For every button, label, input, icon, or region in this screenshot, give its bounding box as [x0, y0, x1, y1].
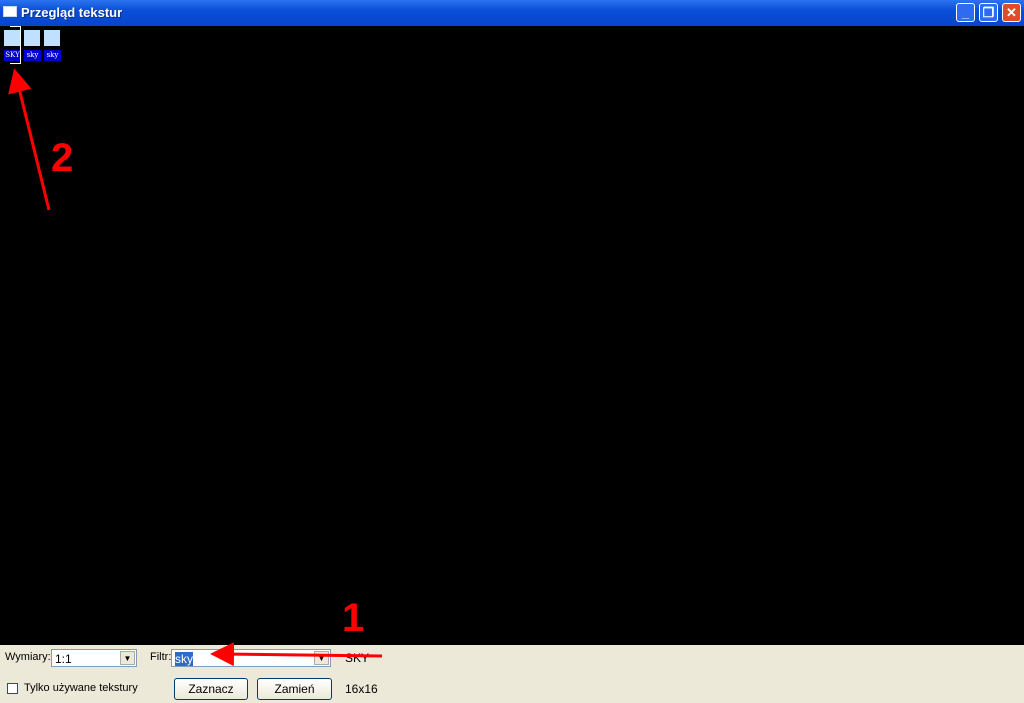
texture-preview — [24, 30, 40, 46]
chevron-down-icon[interactable]: ▼ — [120, 651, 135, 665]
filter-value: sky — [175, 652, 193, 666]
texture-browser-area[interactable]: SKY sky sky — [0, 26, 1024, 645]
chevron-down-icon[interactable]: ▼ — [314, 651, 329, 665]
annotation-number-1: 1 — [342, 596, 365, 640]
texture-thumbnail[interactable]: sky — [44, 30, 61, 61]
size-select[interactable]: 1:1 ▼ — [51, 649, 137, 667]
texture-thumbnail[interactable]: sky — [24, 30, 41, 61]
annotation-number-2: 2 — [51, 136, 74, 180]
size-label: Wymiary: — [5, 651, 51, 663]
texture-label: sky — [44, 50, 61, 61]
restore-button[interactable]: ❐ — [979, 3, 998, 22]
texture-preview — [44, 30, 60, 46]
bottom-panel: Wymiary: 1:1 ▼ Filtr: sky ▼ SKY Tylko uż… — [0, 645, 1024, 703]
minimize-button[interactable]: _ — [956, 3, 975, 22]
selected-texture-name: SKY — [345, 651, 370, 665]
filter-label: Filtr: — [150, 651, 172, 663]
only-used-checkbox[interactable] — [7, 683, 18, 694]
filter-input[interactable]: sky ▼ — [171, 649, 331, 667]
select-button[interactable]: Zaznacz — [174, 678, 248, 700]
window-icon — [3, 6, 17, 17]
close-button[interactable]: ✕ — [1002, 3, 1021, 22]
title-bar: Przegląd tekstur _ ❐ ✕ — [0, 0, 1024, 26]
texture-dimensions: 16x16 — [345, 682, 378, 696]
size-value: 1:1 — [55, 652, 72, 666]
only-used-label: Tylko używane tekstury — [24, 682, 138, 694]
selection-marker — [10, 26, 21, 64]
window-title: Przegląd tekstur — [21, 5, 123, 20]
replace-button[interactable]: Zamień — [257, 678, 332, 700]
texture-label: sky — [24, 50, 41, 61]
